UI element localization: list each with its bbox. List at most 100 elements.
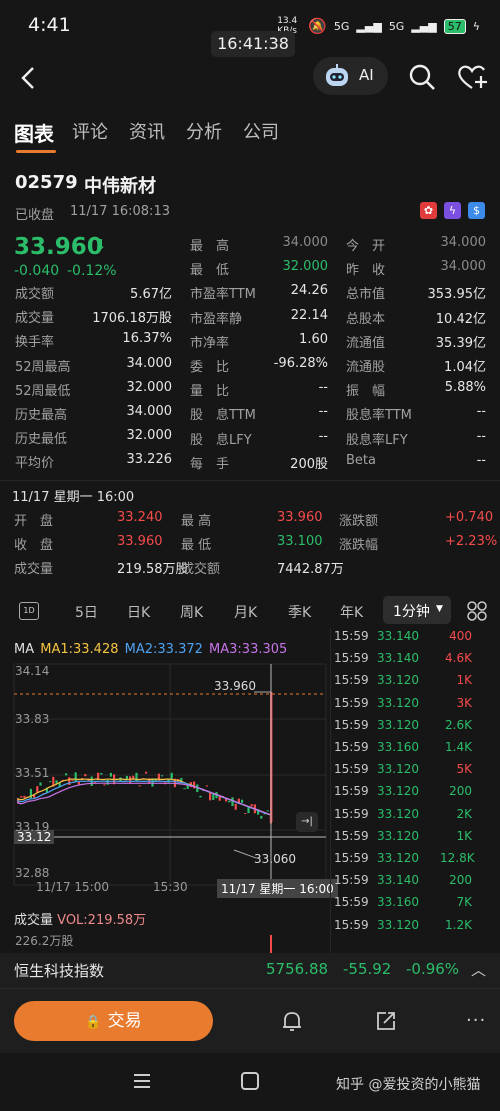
sim2-signal: 5G [388,19,405,33]
quote-value: 35.39亿 [435,335,486,351]
period-dropdown[interactable]: 1分钟 ▼ [383,596,451,624]
tick-volume: 12.8K [440,851,475,865]
quote-label: 换手率 [15,335,55,351]
quote-value: 32.000 [126,379,173,395]
tab-analysis[interactable]: 分析 [186,118,222,154]
grid-menu-icon[interactable] [466,600,488,622]
tab-comments[interactable]: 评论 [72,118,108,154]
tick-time: 15:59 [334,806,369,821]
quote-value: 200股 [290,456,328,472]
candle [138,785,141,787]
home-icon[interactable] [241,1072,259,1090]
tick-volume: 1K [456,673,472,688]
trade-button[interactable]: 🔒 交易 [14,1001,213,1041]
day-detail-label: 开 盘 [14,514,54,529]
volume-max: 226.2万股 [15,934,74,948]
back-icon[interactable] [14,63,44,93]
quote-label: 平均价 [15,456,55,472]
tick-time: 15:59 [334,629,369,643]
quote-value: 34.000 [440,259,487,275]
search-icon[interactable] [407,62,437,92]
period-tab-month[interactable]: 月K [234,602,257,622]
share-icon[interactable] [374,1009,398,1033]
quote-value: 5.88% [444,380,486,396]
trade-button-label: 交易 [107,1011,142,1031]
period-tab-year[interactable]: 年K [340,602,363,622]
y-tick-label: 33.51 [15,766,50,780]
period-tab-week[interactable]: 周K [180,602,203,622]
quote-value: 10.42亿 [435,311,486,327]
tab-chart[interactable]: 图表 [14,118,54,154]
quote-value: -- [476,452,486,468]
quote-label: 量 比 [190,384,230,400]
quote-value: 16.37% [122,331,172,347]
quote-value: 353.95亿 [427,287,487,303]
low-pointer [233,849,257,859]
candle [100,773,103,775]
intraday-chart[interactable] [0,660,330,950]
quote-value: 34.000 [126,355,173,371]
candle [260,815,263,819]
y-tick-label: 33.83 [15,712,50,726]
y-tick-label: 32.88 [15,866,50,880]
tick-price: 33.140 [377,651,419,666]
quote-value: 34.000 [440,235,487,250]
main-tabs: 图表 评论 资讯 分析 公司 [0,118,286,154]
quote-label: 昨 收 [346,263,386,279]
tick-time: 15:59 [334,828,369,843]
index-pct: -0.96% [406,960,460,978]
status-time: 4:41 [28,14,71,36]
bar-divider [0,988,500,989]
ai-assistant-button[interactable]: AI [313,57,388,95]
tick-time: 15:59 [334,740,369,754]
tick-volume: 1.2K [445,917,472,932]
quote-value: -- [318,380,328,396]
quote-value: 34.000 [126,404,173,419]
x-tick-start: 11/17 15:00 [36,880,109,894]
candle [71,780,74,782]
tick-price: 33.120 [377,673,419,688]
quote-value: 1706.18万股 [92,311,172,327]
alert-bell-icon[interactable] [280,1009,304,1033]
tab-company[interactable]: 公司 [243,118,279,154]
tick-price: 33.120 [377,851,419,865]
quote-value: 33.226 [126,452,173,468]
period-dropdown-label: 1分钟 [393,604,430,620]
add-favorite-icon[interactable] [456,62,488,92]
tick-time: 15:59 [334,762,369,777]
intraday-toggle-icon[interactable]: 1D [19,602,39,620]
more-icon[interactable]: ··· [466,1010,486,1031]
candle [49,781,52,783]
menu-icon[interactable] [133,1073,151,1089]
charging-icon: ϟ [472,19,480,33]
period-tab-quarter[interactable]: 季K [288,602,311,622]
candle [170,772,173,780]
x-tick-mid: 15:30 [153,880,188,894]
period-tab-5d[interactable]: 5日 [75,602,98,622]
candle [135,772,138,782]
quote-label: 市盈率TTM [190,287,256,303]
index-name: 恒生科技指数 [14,962,105,980]
period-tab-day[interactable]: 日K [127,602,150,622]
tick-time: 15:59 [334,851,369,865]
tick-volume: 2K [456,806,472,821]
stock-name: 中伟新材 [84,176,156,197]
chevron-down-icon: ▼ [436,604,443,614]
quote-label: 成交量 [15,311,55,327]
quote-value: -96.28% [273,356,328,371]
tab-news[interactable]: 资讯 [129,118,165,154]
signal-icon-2: ▂▄▆ [411,19,437,33]
quote-label: 最 高 [190,239,230,254]
candle [212,794,215,801]
tick-price: 33.120 [377,762,419,777]
quote-label: 振 幅 [346,384,386,400]
index-bar[interactable]: 恒生科技指数 5756.88 -55.92 -0.96% ︿ [0,953,500,985]
quote-value: -- [476,428,486,444]
collapse-panel-icon[interactable]: →| [296,812,318,832]
quote-value: 22.14 [290,307,328,323]
tick-price: 33.140 [377,873,419,888]
ma-legend: MA MA1:33.428 MA2:33.372 MA3:33.305 [14,642,287,657]
quote-label: 最 低 [190,263,230,279]
quote-label: 成交额 [15,287,55,302]
quote-value: 5.67亿 [130,287,172,302]
